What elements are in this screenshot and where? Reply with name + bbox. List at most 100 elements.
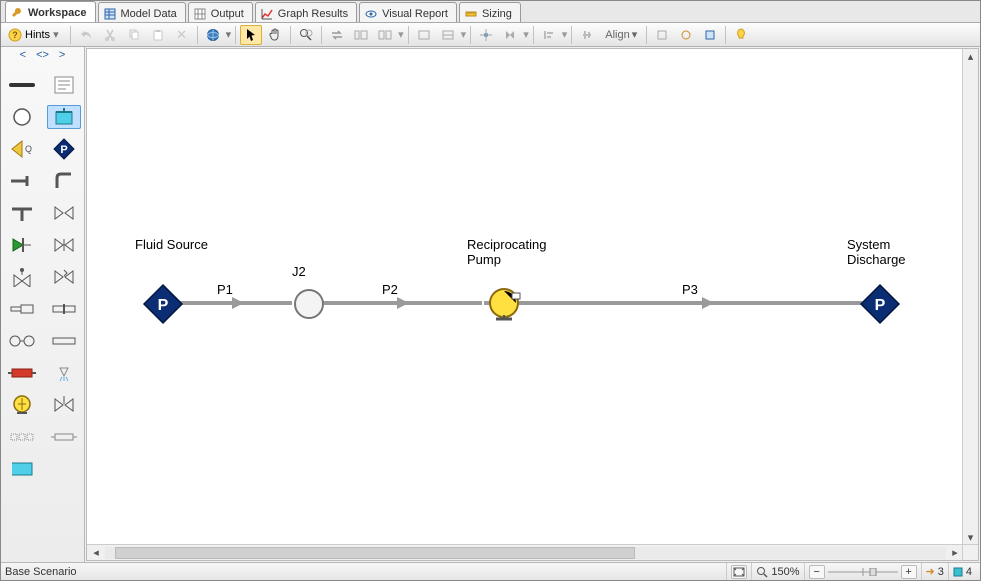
palette-nav-mid[interactable]: <> [36, 49, 49, 67]
tool-valve1[interactable] [47, 201, 81, 225]
node-label: Fluid Source [135, 237, 208, 252]
arrow-icon [397, 297, 409, 309]
flip-button[interactable] [499, 25, 521, 45]
wrench-icon [10, 6, 24, 20]
tab-model-data[interactable]: Model Data [98, 2, 186, 22]
point-button[interactable] [475, 25, 497, 45]
globe-button[interactable] [202, 25, 224, 45]
node-system-discharge[interactable]: P [859, 283, 901, 325]
scroll-left-icon[interactable]: ◂ [89, 546, 103, 560]
tab-workspace[interactable]: Workspace [5, 1, 96, 22]
tool-control-valve[interactable] [5, 265, 39, 289]
pipe-label: P2 [382, 282, 398, 297]
tool-pipe[interactable] [5, 73, 39, 97]
zoom-value[interactable]: 150% [771, 566, 799, 578]
tool-screen[interactable] [5, 329, 39, 353]
tool-pump[interactable] [5, 393, 39, 417]
fit-button[interactable] [731, 565, 747, 579]
undo-button[interactable] [75, 25, 97, 45]
layout2-button[interactable] [374, 25, 396, 45]
chevron-down-icon[interactable]: ▾ [226, 28, 232, 41]
scroll-thumb[interactable] [115, 547, 635, 559]
horizontal-scrollbar[interactable]: ◂ ▸ [87, 544, 962, 560]
align-tool2-button[interactable] [576, 25, 598, 45]
tab-output[interactable]: Output [188, 2, 253, 22]
chevron-down-icon[interactable]: ▾ [523, 28, 529, 41]
tool-general[interactable] [47, 329, 81, 353]
tab-label: Workspace [28, 7, 87, 19]
svg-text:P: P [158, 297, 169, 314]
component-palette: < <> > Q P [1, 47, 85, 562]
delete-button[interactable]: ✕ [171, 25, 193, 45]
chevron-down-icon: ▾ [53, 28, 59, 41]
arrow-icon [702, 297, 714, 309]
lightbulb-button[interactable] [730, 25, 752, 45]
layout1-button[interactable] [350, 25, 372, 45]
node-fluid-source[interactable]: P [142, 283, 184, 325]
node-recip-pump[interactable] [482, 285, 526, 325]
tool-relief-valve[interactable] [47, 265, 81, 289]
misc3-button[interactable] [651, 25, 673, 45]
chevron-down-icon[interactable]: ▾ [562, 28, 568, 41]
tool-assigned-pressure[interactable]: P [47, 137, 81, 161]
chevron-down-icon[interactable]: ▾ [398, 28, 404, 41]
tool-tee[interactable] [5, 201, 39, 225]
workspace-canvas-wrap: P Fluid Source J2 Reciprocati [86, 48, 979, 561]
tool-tank[interactable] [5, 457, 39, 481]
tool-component2[interactable] [47, 425, 81, 449]
tool-assigned-flow[interactable]: Q [5, 137, 39, 161]
find-button[interactable] [295, 25, 317, 45]
pipe-label: P1 [217, 282, 233, 297]
palette-nav-fwd[interactable]: > [59, 49, 65, 67]
pointer-tool-button[interactable] [240, 25, 262, 45]
tool-check-valve[interactable] [5, 233, 39, 257]
separator [290, 26, 291, 44]
tab-graph-results[interactable]: Graph Results [255, 2, 357, 22]
tool-valve2[interactable] [47, 233, 81, 257]
zoom-out-button[interactable]: − [809, 565, 825, 579]
scroll-up-icon[interactable]: ▴ [964, 49, 978, 63]
tool-deadend[interactable] [5, 169, 39, 193]
scroll-right-icon[interactable]: ▸ [948, 546, 962, 560]
misc4-button[interactable] [675, 25, 697, 45]
chevron-down-icon[interactable]: ▾ [461, 28, 467, 41]
tool-elbow[interactable] [47, 169, 81, 193]
tab-label: Output [211, 8, 244, 20]
tab-sizing[interactable]: Sizing [459, 2, 521, 22]
magnifier-icon [756, 566, 768, 578]
zoom-slider[interactable] [828, 568, 898, 576]
separator [533, 26, 534, 44]
scroll-down-icon[interactable]: ▾ [964, 530, 978, 544]
tool-reservoir[interactable] [47, 105, 81, 129]
tool-branch[interactable] [5, 105, 39, 129]
node-label: System Discharge [847, 237, 906, 267]
tool-valve3[interactable] [47, 393, 81, 417]
paste-button[interactable] [147, 25, 169, 45]
workspace-canvas[interactable]: P Fluid Source J2 Reciprocati [87, 49, 962, 544]
node-j2[interactable] [292, 287, 326, 321]
zoom-in-button[interactable]: + [901, 565, 917, 579]
cut-button[interactable] [99, 25, 121, 45]
scroll-track[interactable] [105, 547, 946, 559]
align-tool1-button[interactable] [538, 25, 560, 45]
hints-button[interactable]: ? Hints ▾ [5, 25, 66, 45]
info-count: 4 [966, 566, 972, 578]
vertical-scrollbar[interactable]: ▴ ▾ [962, 49, 978, 544]
pan-tool-button[interactable] [264, 25, 286, 45]
tool-orifice[interactable] [47, 297, 81, 321]
misc2-button[interactable] [437, 25, 459, 45]
align-dropdown[interactable]: Align ▾ [600, 25, 642, 45]
tab-visual-report[interactable]: Visual Report [359, 2, 457, 22]
tool-area-change[interactable] [5, 297, 39, 321]
tool-heat-exchanger[interactable] [5, 361, 39, 385]
misc1-button[interactable] [413, 25, 435, 45]
misc5-button[interactable] [699, 25, 721, 45]
tool-component1[interactable] [5, 425, 39, 449]
separator [235, 26, 236, 44]
pipe-p3[interactable] [522, 301, 862, 305]
tool-spray[interactable] [47, 361, 81, 385]
swap-button[interactable] [326, 25, 348, 45]
tool-annotation[interactable] [47, 73, 81, 97]
copy-button[interactable] [123, 25, 145, 45]
palette-nav-back[interactable]: < [20, 49, 26, 67]
